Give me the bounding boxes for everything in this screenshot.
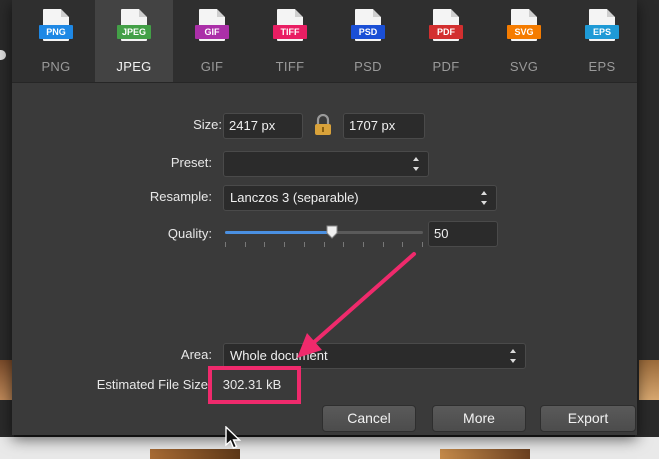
- slider-tick: [225, 242, 226, 247]
- format-tab-png[interactable]: PNG PNG: [17, 0, 95, 82]
- background-photo: [0, 360, 12, 400]
- slider-tick: [245, 242, 246, 247]
- file-svg-icon: SVG: [507, 9, 541, 41]
- stepper-icon: [481, 191, 488, 205]
- file-jpeg-icon: JPEG: [117, 9, 151, 41]
- format-toolbar: PNG PNG JPEG JPEG GIF GIF TIFF TIFF PSD PSD PDF PDF…: [12, 0, 637, 83]
- preset-label: Preset:: [170, 155, 212, 170]
- quality-slider-thumb[interactable]: [326, 225, 338, 239]
- quality-slider-fill: [225, 231, 332, 234]
- file-fold: [139, 9, 147, 17]
- slider-tick: [383, 242, 384, 247]
- area-label: Area:: [180, 347, 212, 362]
- background-window-control: [0, 50, 6, 60]
- format-tab-label: SVG: [509, 59, 539, 74]
- format-tab-label: PSD: [354, 59, 382, 74]
- mouse-cursor-icon: [225, 426, 242, 449]
- slider-tick: [264, 242, 265, 247]
- resample-select[interactable]: Lanczos 3 (separable): [223, 185, 497, 211]
- stepper-icon: [510, 349, 517, 363]
- height-field[interactable]: 1707 px: [343, 113, 425, 139]
- format-badge: TIFF: [273, 25, 307, 39]
- format-badge: EPS: [585, 25, 619, 39]
- file-eps-icon: EPS: [585, 9, 619, 41]
- file-fold: [217, 9, 225, 17]
- format-tab-pdf[interactable]: PDF PDF: [407, 0, 485, 82]
- background-photo: [639, 360, 659, 400]
- format-tab-label: GIF: [200, 59, 224, 74]
- file-fold: [451, 9, 459, 17]
- format-badge: SVG: [507, 25, 541, 39]
- area-value: Whole document: [230, 348, 328, 363]
- format-badge: PSD: [351, 25, 385, 39]
- format-tab-label: EPS: [588, 59, 616, 74]
- preset-select[interactable]: [223, 151, 429, 177]
- format-tab-svg[interactable]: SVG SVG: [485, 0, 563, 82]
- slider-tick: [304, 242, 305, 247]
- format-tab-gif[interactable]: GIF GIF: [173, 0, 251, 82]
- size-label: Size:: [193, 117, 222, 132]
- format-badge: GIF: [195, 25, 229, 39]
- file-png-icon: PNG: [39, 9, 73, 41]
- format-badge: PNG: [39, 25, 73, 39]
- format-tab-psd[interactable]: PSD PSD: [329, 0, 407, 82]
- filesize-label: Estimated File Size: [96, 377, 208, 392]
- format-tab-eps[interactable]: EPS EPS: [563, 0, 641, 82]
- slider-tick: [343, 242, 344, 247]
- slider-tick: [402, 242, 403, 247]
- format-badge: PDF: [429, 25, 463, 39]
- file-psd-icon: PSD: [351, 9, 385, 41]
- background-photo: [150, 449, 240, 459]
- cancel-button[interactable]: Cancel: [322, 405, 416, 432]
- slider-tick: [284, 242, 285, 247]
- background-photo: [440, 449, 530, 459]
- file-fold: [529, 9, 537, 17]
- aspect-lock-icon[interactable]: [314, 114, 332, 136]
- export-button[interactable]: Export: [540, 405, 636, 432]
- file-pdf-icon: PDF: [429, 9, 463, 41]
- quality-slider[interactable]: [225, 225, 423, 239]
- quality-slider-ticks: [225, 242, 423, 248]
- background-bottom: [0, 437, 659, 459]
- file-fold: [295, 9, 303, 17]
- filesize-highlight-box: [208, 366, 301, 404]
- format-tab-label: TIFF: [275, 59, 305, 74]
- file-fold: [61, 9, 69, 17]
- file-gif-icon: GIF: [195, 9, 229, 41]
- file-fold: [607, 9, 615, 17]
- quality-label: Quality:: [167, 226, 212, 241]
- file-fold: [373, 9, 381, 17]
- resample-label: Resample:: [149, 189, 212, 204]
- slider-tick: [324, 242, 325, 247]
- width-field[interactable]: 2417 px: [223, 113, 303, 139]
- stepper-icon: [413, 157, 420, 171]
- format-badge: JPEG: [117, 25, 151, 39]
- slider-tick: [363, 242, 364, 247]
- format-tab-tiff[interactable]: TIFF TIFF: [251, 0, 329, 82]
- format-tab-label: PDF: [432, 59, 460, 74]
- more-button[interactable]: More: [432, 405, 526, 432]
- quality-field[interactable]: 50: [428, 221, 498, 247]
- format-tab-label: JPEG: [116, 59, 152, 74]
- resample-value: Lanczos 3 (separable): [230, 190, 359, 205]
- export-dialog: PNG PNG JPEG JPEG GIF GIF TIFF TIFF PSD PSD PDF PDF…: [12, 0, 637, 435]
- format-tab-label: PNG: [41, 59, 71, 74]
- slider-tick: [422, 242, 423, 247]
- file-tiff-icon: TIFF: [273, 9, 307, 41]
- format-tab-jpeg[interactable]: JPEG JPEG: [95, 0, 173, 82]
